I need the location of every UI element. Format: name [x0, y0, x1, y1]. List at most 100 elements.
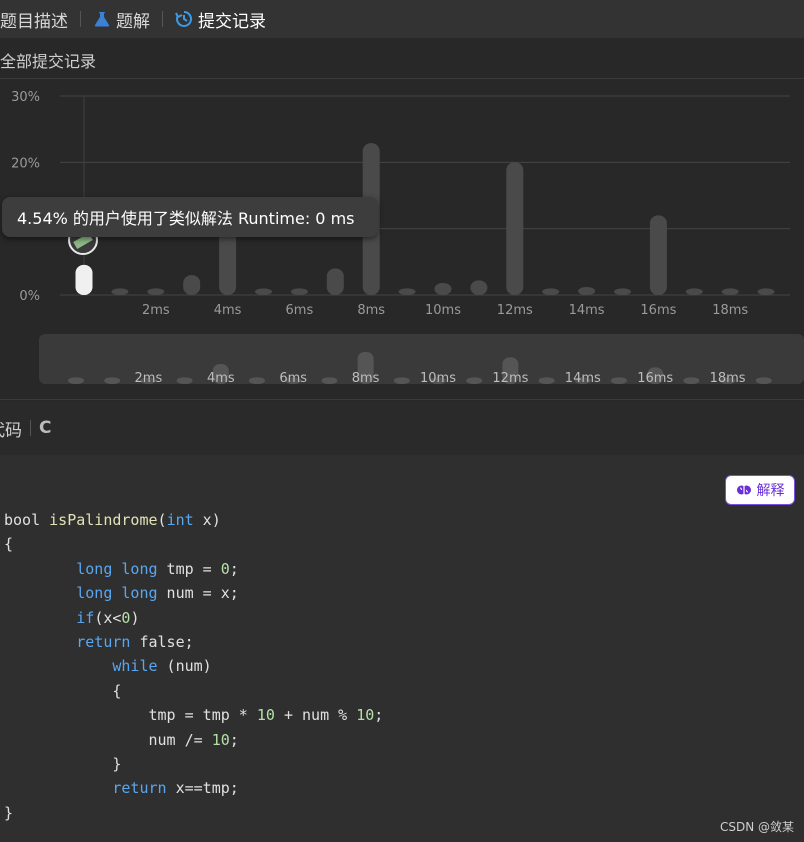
bar: [219, 228, 237, 295]
code-line: num /= 10;: [4, 730, 239, 749]
code-label: 代码: [0, 420, 22, 441]
overview-tick-label: 14ms: [565, 371, 601, 386]
code-token: (: [157, 511, 167, 529]
code-line: {: [4, 682, 121, 700]
overview-bar: [538, 377, 555, 384]
explain-label: 解释: [756, 483, 785, 499]
code-token: ;: [229, 730, 239, 749]
code-token: long: [76, 559, 113, 578]
tab-description[interactable]: 题目描述: [0, 0, 68, 38]
code-token: }: [4, 803, 14, 822]
overview-tick-label: 12ms: [492, 371, 528, 386]
overview-tick-label: 18ms: [710, 371, 746, 386]
overview-bar: [176, 377, 193, 384]
overview-tick-label: 10ms: [420, 371, 456, 386]
code-line: long long tmp = 0;: [4, 560, 239, 578]
code-line: long long num = x;: [4, 584, 239, 602]
code-token: long: [76, 584, 113, 603]
bar: [398, 288, 416, 295]
bar: [542, 288, 560, 295]
x-tick-label: 12ms: [497, 303, 533, 318]
bar: [685, 288, 703, 295]
code-language-bar: 代码 C: [0, 401, 804, 455]
bar: [183, 275, 201, 295]
code-token: num = x;: [157, 584, 239, 603]
code-token: x): [193, 511, 221, 529]
code-token: ;: [374, 706, 384, 725]
code-token: long: [121, 559, 158, 578]
bar: [111, 288, 129, 295]
overview-bar: [68, 377, 84, 384]
bar: [721, 288, 739, 295]
code-token: int: [166, 511, 194, 529]
bar: [649, 215, 667, 295]
bar: [470, 280, 488, 295]
code-token: {: [4, 681, 122, 700]
code-line: tmp = tmp * 10 + num % 10;: [4, 706, 383, 724]
divider: [0, 78, 804, 79]
bar-highlighted: [75, 264, 93, 295]
code-token: }: [4, 755, 122, 774]
tab-label: 题目描述: [0, 11, 68, 32]
code-token: bool: [4, 511, 50, 529]
bar: [614, 288, 631, 295]
code-token: while: [112, 657, 158, 676]
tab-submissions[interactable]: 提交记录: [175, 0, 266, 38]
x-tick-label: 6ms: [286, 303, 314, 318]
code-line: if(x<0): [4, 609, 139, 627]
code-token: if: [76, 608, 95, 627]
tooltip-text: 4.54% 的用户使用了类似解法 Runtime: 0 ms: [17, 209, 355, 228]
code-token: + num %: [274, 706, 357, 725]
code-line: return x==tmp;: [4, 779, 239, 798]
bar: [757, 288, 775, 295]
code-token: tmp = tmp *: [4, 706, 257, 725]
code-token: (num): [157, 657, 212, 676]
section-title: 全部提交记录: [0, 52, 97, 71]
overview-bar: [755, 377, 772, 384]
overview-bar: [321, 377, 338, 384]
x-tick-label: 2ms: [142, 303, 170, 318]
overview-bar: [104, 377, 121, 384]
overview-bar: [393, 377, 410, 384]
tab-separator: [80, 11, 81, 27]
code-token: x==tmp;: [166, 779, 239, 798]
bar: [290, 288, 308, 295]
code-line: while (num): [4, 657, 212, 676]
x-tick-label: 8ms: [357, 303, 385, 318]
chart-tooltip: 4.54% 的用户使用了类似解法 Runtime: 0 ms: [2, 197, 378, 237]
code-token: ;: [229, 559, 239, 578]
bar: [506, 162, 524, 295]
x-tick-label: 16ms: [640, 303, 676, 318]
code-token: num /=: [4, 730, 212, 749]
runtime-distribution-chart: 30% 20% 0% 2ms 4ms 6ms 8ms 10ms 12ms 14ms 16ms 18ms…: [11, 90, 804, 386]
divider: [0, 399, 804, 400]
history-icon: [175, 11, 192, 27]
code-line: }: [4, 804, 13, 822]
watermark: CSDN @敛某: [720, 820, 795, 834]
problem-tab-bar: 题目描述 题解 提交记录: [0, 0, 804, 38]
code-line: }: [4, 755, 121, 773]
overview-bar: [466, 377, 483, 384]
y-tick-label: 20%: [11, 156, 40, 171]
code-token: tmp =: [157, 559, 221, 578]
brain-icon: [736, 485, 751, 495]
code-line: bool isPalindrome(int x): [4, 511, 221, 529]
overview-tick-label: 16ms: [637, 371, 673, 386]
overview-bar: [249, 377, 265, 384]
bar: [326, 268, 344, 295]
bar: [147, 288, 165, 295]
y-tick-label: 0%: [19, 289, 40, 304]
code-token: isPalindrome: [49, 511, 158, 529]
tab-solutions[interactable]: 题解: [93, 0, 150, 38]
y-tick-label: 30%: [11, 90, 40, 105]
x-tick-label: 4ms: [214, 303, 242, 318]
code-token: (x<: [94, 608, 122, 627]
bar: [578, 287, 596, 295]
explain-button[interactable]: 解释: [725, 475, 795, 505]
code-token: long: [121, 584, 158, 603]
code-line: {: [4, 535, 13, 553]
